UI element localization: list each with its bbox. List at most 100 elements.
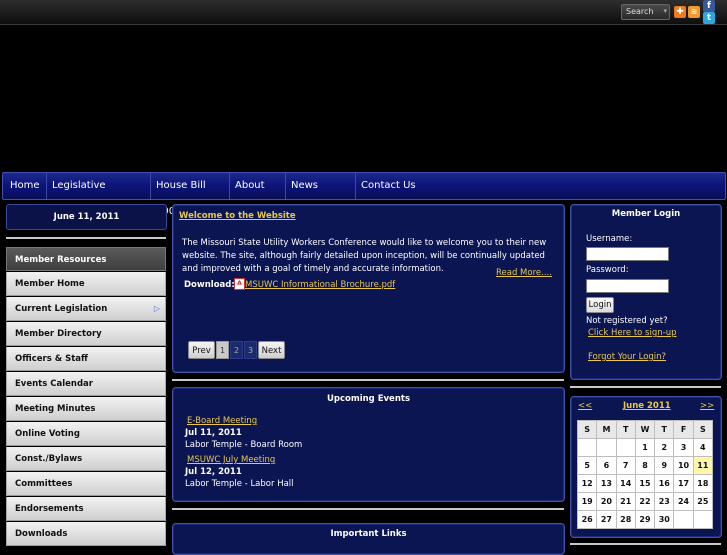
divider [172,508,564,510]
weekday-header: T [615,420,636,439]
twitter-icon[interactable]: t [703,12,715,24]
calendar-day[interactable]: 24 [673,492,694,511]
calendar-day[interactable]: 9 [654,456,675,475]
events-title: Upcoming Events [326,394,411,404]
calendar-day[interactable]: 4 [692,438,714,457]
calendar-day[interactable]: 18 [692,474,714,493]
main-nav: Home Legislative Tracking House Bill 600… [2,172,726,217]
download-label: Download: [184,280,235,290]
weekday-header: T [654,420,675,439]
prev-button[interactable]: Prev [188,341,215,359]
event-date: Jul 12, 2011 [185,467,242,477]
page-1-button[interactable]: 1 [216,341,229,359]
calendar-day[interactable]: 30 [654,510,675,529]
event-link[interactable]: E-Board Meeting [187,416,257,426]
event-place: Labor Temple - Labor Hall [185,479,294,489]
calendar-day[interactable]: 22 [634,492,656,511]
pdf-icon: A [234,278,245,290]
next-button[interactable]: Next [258,341,285,359]
rss-orange-icon[interactable]: ✚ [674,6,686,18]
menu-item-current-legislation[interactable]: Current Legislation ▷ [6,297,166,321]
menu-item-member-home[interactable]: Member Home [6,272,166,296]
date-panel: June 11, 2011 [6,204,167,230]
calendar-day[interactable]: 28 [615,510,636,529]
calendar-day[interactable]: 3 [673,438,694,457]
menu-item-downloads[interactable]: Downloads [6,522,166,546]
calendar-day[interactable]: 25 [692,492,714,511]
calendar-day[interactable]: 20 [596,492,617,511]
calendar-day [673,510,694,529]
menu-item-online-voting[interactable]: Online Voting [6,422,166,446]
weekday-header: M [596,420,617,439]
links-title: Important Links [330,529,407,539]
signup-link[interactable]: Click Here to sign-up [588,328,676,338]
username-label: Username: [586,234,633,244]
calendar-prev-link[interactable]: << [578,401,592,411]
search-label: Search [626,7,654,16]
calendar-day[interactable]: 26 [576,510,598,529]
calendar-day[interactable]: 5 [576,456,598,475]
calendar-day-today[interactable]: 11 [692,456,714,475]
calendar-day[interactable]: 14 [615,474,636,493]
calendar-day[interactable]: 2 [654,438,675,457]
page-2-button[interactable]: 2 [230,341,243,359]
calendar-day[interactable]: 27 [596,510,617,529]
login-panel: Member Login Username: Password: Login N… [570,204,722,380]
login-button[interactable]: Login [586,297,614,313]
username-field[interactable] [586,247,669,261]
menu-item-endorsements[interactable]: Endorsements [6,497,166,521]
event-place: Labor Temple - Board Room [185,440,303,450]
calendar-next-link[interactable]: >> [700,401,714,411]
calendar-day [615,438,636,457]
search-dropdown[interactable]: Search ▾ [621,4,670,20]
menu-item-member-directory[interactable]: Member Directory [6,322,166,346]
calendar-week: 19 20 21 22 23 24 25 [576,492,714,511]
brochure-download-link[interactable]: MSUWC Informational Brochure.pdf [245,280,395,290]
calendar-day[interactable]: 21 [615,492,636,511]
calendar-day[interactable]: 6 [596,456,617,475]
read-more-link[interactable]: Read More.... [496,268,552,278]
calendar-day[interactable]: 7 [615,456,636,475]
divider [6,237,166,239]
welcome-title-link[interactable]: Welcome to the Website [179,211,296,221]
weekday-header: W [634,420,656,439]
menu-item-officers-staff[interactable]: Officers & Staff [6,347,166,371]
calendar-day[interactable]: 16 [654,474,675,493]
nav-item-contact-us[interactable]: Contact Us [356,173,424,199]
menu-item-committees[interactable]: Committees [6,472,166,496]
calendar-day[interactable]: 15 [634,474,656,493]
rss-icon[interactable]: ≋ [688,6,700,18]
calendar-day [692,510,714,529]
calendar-week: 1 2 3 4 [576,438,714,457]
calendar-day[interactable]: 10 [673,456,694,475]
calendar-week: 5 6 7 8 9 10 11 [576,456,714,475]
submenu-arrow-icon: ▷ [153,304,160,313]
links-panel: Important Links [172,523,565,555]
calendar-day[interactable]: 29 [634,510,656,529]
calendar-day[interactable]: 8 [634,456,656,475]
menu-item-meeting-minutes[interactable]: Meeting Minutes [6,397,166,421]
calendar-day[interactable]: 1 [634,438,656,457]
calendar-day[interactable]: 19 [576,492,598,511]
nav-item-about-us[interactable]: About Us [230,173,286,217]
weekday-header: F [673,420,694,439]
menu-item-events-calendar[interactable]: Events Calendar [6,372,166,396]
calendar-week: 26 27 28 29 30 [576,510,714,529]
nav-item-house-bill-600[interactable]: House Bill 600 [151,173,230,217]
calendar-day[interactable]: 23 [654,492,675,511]
nav-item-news-feeds[interactable]: News Feeds [286,173,356,217]
calendar-month-link[interactable]: June 2011 [623,401,671,411]
member-menu: Member Resources Member Home Current Leg… [6,247,166,546]
nav-item-legislative-tracking[interactable]: Legislative Tracking [47,173,151,217]
page-3-button[interactable]: 3 [244,341,257,359]
calendar-day[interactable]: 17 [673,474,694,493]
menu-item-const-bylaws[interactable]: Const./Bylaws [6,447,166,471]
nav-item-home[interactable]: Home [5,173,47,199]
password-field[interactable] [586,279,669,293]
event-link[interactable]: MSUWC July Meeting [187,455,275,465]
calendar-day[interactable]: 13 [596,474,617,493]
chevron-down-icon: ▾ [663,7,667,15]
facebook-icon[interactable]: f [703,0,715,12]
forgot-login-link[interactable]: Forgot Your Login? [588,352,666,362]
calendar-day[interactable]: 12 [576,474,598,493]
